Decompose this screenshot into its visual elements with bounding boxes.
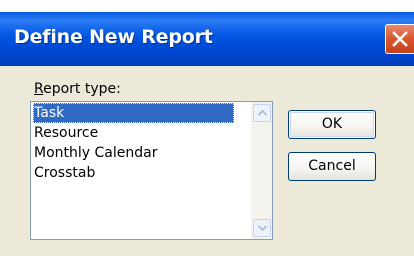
report-type-label-text: eport type: bbox=[43, 81, 121, 97]
scroll-down-button[interactable] bbox=[253, 219, 271, 237]
report-type-listbox[interactable]: Task Resource Monthly Calendar Crosstab bbox=[30, 101, 273, 240]
ok-button[interactable]: OK bbox=[288, 110, 376, 139]
list-item-monthly-calendar[interactable]: Monthly Calendar bbox=[33, 143, 157, 163]
scroll-up-arrow-icon bbox=[258, 110, 267, 116]
dialog-window: Define New Report Report type: Task Reso… bbox=[0, 12, 414, 256]
title-bar[interactable]: Define New Report bbox=[0, 12, 414, 66]
close-icon bbox=[392, 31, 408, 47]
list-item-task[interactable]: Task bbox=[33, 103, 234, 123]
list-item-resource[interactable]: Resource bbox=[33, 123, 98, 143]
listbox-scrollbar[interactable] bbox=[251, 102, 272, 239]
scroll-down-arrow-icon bbox=[258, 225, 267, 231]
list-item-crosstab[interactable]: Crosstab bbox=[33, 163, 95, 183]
cancel-button[interactable]: Cancel bbox=[288, 152, 376, 181]
close-button[interactable] bbox=[385, 24, 414, 54]
scroll-up-button[interactable] bbox=[253, 104, 271, 122]
report-type-label: Report type: bbox=[34, 81, 121, 97]
window-title: Define New Report bbox=[14, 26, 213, 48]
report-type-label-accesskey: R bbox=[34, 81, 44, 97]
